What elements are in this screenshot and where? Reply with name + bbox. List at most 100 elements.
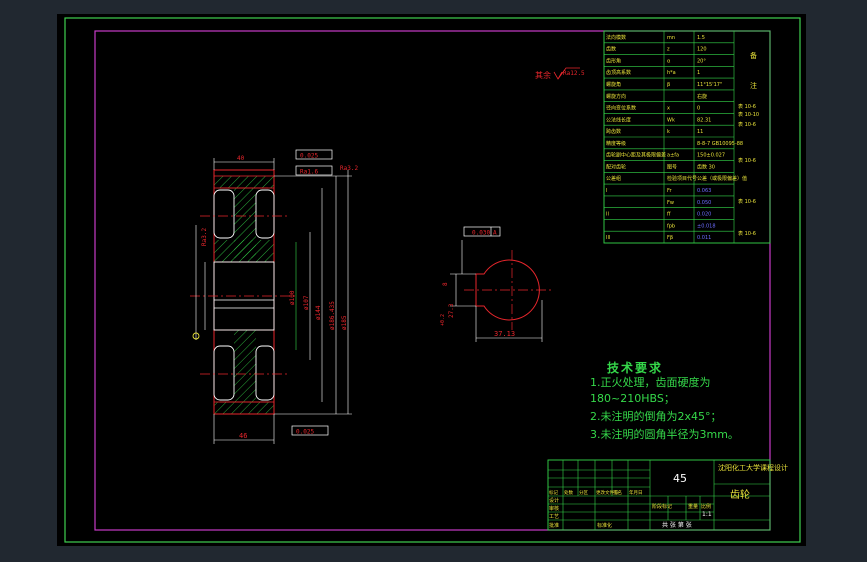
- param-symbol: z: [667, 47, 670, 53]
- param-value: 0.063: [697, 188, 711, 194]
- dim-dia5: ø185: [341, 315, 348, 330]
- material-text: 45: [673, 472, 687, 485]
- title-row-label: 审核: [549, 505, 559, 512]
- hatch-web-lower: [234, 330, 256, 402]
- param-symbol: a±fa: [667, 153, 679, 159]
- dim-side-height: 27.3: [448, 303, 455, 318]
- param-symbol: x: [667, 106, 670, 112]
- tech-line-4: 3.未注明的圆角半径为3mm。: [590, 427, 739, 441]
- param-value: 1.5: [697, 35, 705, 41]
- param-label: 公差组: [606, 175, 621, 182]
- param-label: 齿数: [606, 46, 616, 53]
- dim-side-width: 8: [442, 282, 449, 286]
- param-value: 0.020: [697, 212, 711, 218]
- param-ref: 表 10-10: [738, 111, 759, 118]
- tol-bottom-text: 0.025: [296, 429, 314, 436]
- param-ref: 表 10-6: [738, 121, 756, 128]
- ra-left-text: Ra3.2: [201, 228, 208, 246]
- stage-label: 比例: [701, 503, 711, 510]
- stage-label: 阶段标记: [652, 503, 672, 510]
- dim-bottom-width: 46: [239, 432, 247, 440]
- tech-line-1: 1.正火处理，齿面硬度为: [590, 375, 711, 389]
- drawing-sheet: [57, 14, 806, 546]
- param-symbol: Fβ: [667, 235, 673, 241]
- param-value: 0: [697, 106, 700, 112]
- standard-text: 标准化: [597, 522, 612, 529]
- param-value: 20°: [697, 58, 706, 64]
- title-block-col-labels: 标记 处数 分区 更改文件号签名 年月日: [549, 489, 643, 496]
- param-value: ±0.018: [697, 223, 716, 229]
- part-name-text: 齿轮: [730, 488, 750, 501]
- ra-right-text: Ra3.2: [340, 165, 358, 172]
- param-label: III: [606, 235, 610, 241]
- title-row-label: 工艺: [549, 514, 559, 520]
- param-symbol: 检验项目代号: [667, 175, 697, 182]
- param-value: 齿数 30: [697, 163, 715, 170]
- param-value: 82.31: [697, 117, 711, 123]
- param-label: 齿顶高系数: [606, 69, 631, 76]
- title-col-label: 标记: [549, 489, 558, 496]
- param-label: I: [606, 188, 607, 194]
- title-col-label: 处数: [564, 489, 573, 496]
- param-ref: 表 10-6: [738, 230, 756, 237]
- title-col-label: 年月日: [629, 489, 643, 496]
- param-ref: 表 10-6: [738, 103, 756, 110]
- param-label: 配对齿轮: [606, 163, 626, 170]
- dim-side-depth: 37.13: [494, 330, 515, 338]
- param-label: 螺旋方向: [606, 93, 626, 100]
- param-value: 右旋: [697, 93, 707, 100]
- param-symbol: Fw: [667, 200, 674, 206]
- param-symbol: k: [667, 129, 670, 135]
- param-label: II: [606, 212, 609, 218]
- title-row-label: 设计: [549, 497, 559, 504]
- tech-title: 技术要求: [607, 360, 663, 375]
- side-note-1: 备: [750, 51, 757, 60]
- param-symbol: β: [667, 82, 670, 88]
- cad-drawing-canvas: 0.025 Ra1.6 Ra3.2 0.025 40 46 Ra3.2 ø100…: [57, 14, 806, 546]
- param-label: 螺旋角: [606, 81, 621, 88]
- dim-dia4: ø186.435: [329, 301, 336, 330]
- sheets-text: 共 张 第 张: [662, 521, 692, 529]
- stage-label: 重量: [688, 503, 698, 510]
- param-symbol: fpb: [667, 223, 675, 229]
- param-label: 法向模数: [606, 34, 626, 41]
- hatch-rim-top: [213, 175, 275, 189]
- datum-letter: A: [493, 230, 497, 237]
- school-text: 沈阳化工大学课程设计: [718, 463, 788, 472]
- scale-text: 1:1: [702, 511, 712, 518]
- param-symbol: 图号: [667, 164, 677, 170]
- param-label: 齿轮副中心距及其极限偏差: [606, 152, 666, 159]
- dim-dia2: ø107: [303, 295, 310, 310]
- tech-line-2: 180~210HBS；: [590, 392, 675, 405]
- param-value: 120: [697, 47, 707, 53]
- param-label: 公法线长度: [606, 116, 631, 123]
- finish-prefix: 其余: [535, 70, 551, 80]
- tol-top2-text: Ra1.6: [300, 169, 318, 176]
- tol-top-text: 0.025: [300, 153, 318, 160]
- param-value: 公差（或极限偏差）值: [697, 175, 747, 182]
- tol-side-text: 0.030: [472, 230, 490, 237]
- param-value: 11: [697, 129, 703, 135]
- param-label: 径向变位系数: [606, 105, 636, 112]
- dim-dia1: ø100: [289, 290, 296, 305]
- title-col-label: 签名: [613, 489, 622, 496]
- title-col-label: 分区: [579, 489, 588, 496]
- side-note-2: 注: [750, 81, 757, 90]
- param-symbol: h*a: [667, 70, 676, 76]
- finish-value: Ra12.5: [563, 70, 585, 77]
- tech-line-3: 2.未注明的倒角为2x45°；: [590, 409, 722, 423]
- param-value: 1: [697, 70, 700, 76]
- param-label: 精度等级: [606, 140, 626, 147]
- param-value: 0.050: [697, 200, 711, 206]
- param-ref: 表 10-6: [738, 198, 756, 205]
- param-value: 0.011: [697, 235, 711, 241]
- dim-top-width: 40: [237, 155, 245, 162]
- hatch-rim-bottom: [213, 401, 275, 415]
- param-symbol: mn: [667, 35, 675, 41]
- param-symbol: ff: [667, 212, 671, 218]
- title-row-label: 批准: [549, 522, 559, 529]
- hatch-hub-upper: [214, 240, 274, 262]
- dim-dia3: ø144: [315, 305, 322, 320]
- param-value: 150±0.027: [697, 153, 725, 159]
- dim-side-sup: +0.2: [440, 314, 446, 326]
